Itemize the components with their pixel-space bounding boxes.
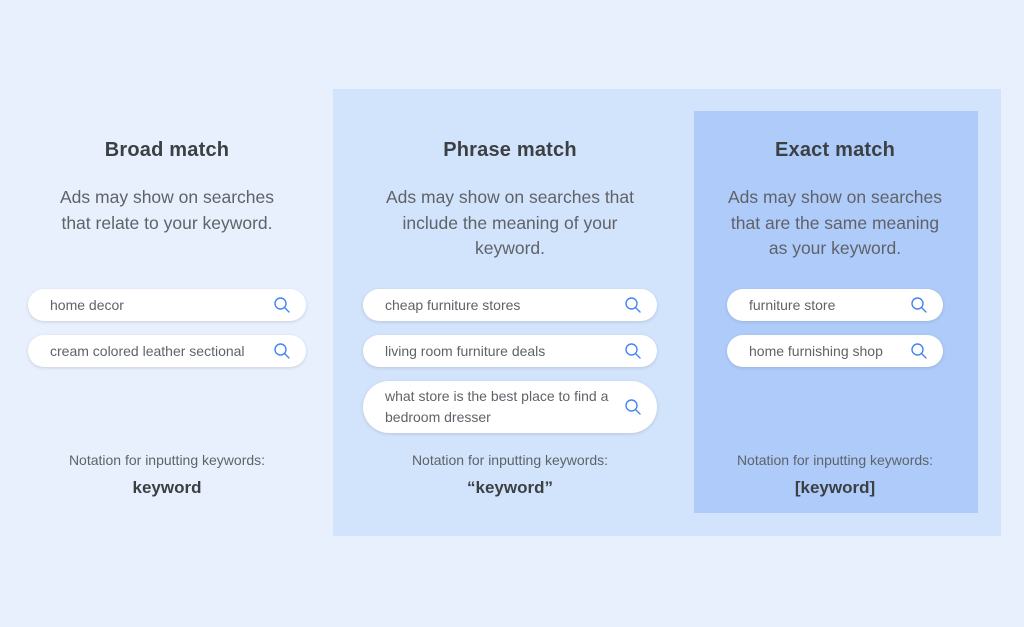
column-title: Phrase match	[443, 139, 577, 161]
search-query: furniture store	[749, 296, 836, 313]
example-searches: cheap furniture stores living room furni…	[355, 289, 665, 433]
column-description: Ads may show on searches that are the sa…	[728, 187, 942, 258]
search-query: living room furniture deals	[385, 342, 546, 359]
search-box[interactable]: cream colored leather sectional	[28, 335, 306, 367]
notation-value: [keyword]	[794, 478, 876, 497]
search-icon	[911, 297, 927, 313]
column-title: Exact match	[774, 139, 896, 161]
column-description: Ads may show on searches that relate to …	[60, 187, 274, 233]
search-query: home furnishing shop	[749, 342, 883, 359]
search-icon	[274, 343, 290, 359]
search-query: what store is the best place to find a b…	[385, 388, 609, 425]
phrase-match-column: Phrase match Ads may show on searches th…	[355, 0, 665, 627]
search-box[interactable]: home decor	[28, 289, 306, 321]
column-description: Ads may show on searches that include th…	[385, 187, 635, 258]
notation-label: Notation for inputting keywords:	[68, 452, 266, 468]
search-icon	[274, 297, 290, 313]
column-title: Broad match	[104, 139, 230, 161]
search-box[interactable]: furniture store	[727, 289, 943, 321]
search-icon	[625, 399, 641, 415]
notation-value: keyword	[132, 478, 202, 497]
search-box[interactable]: what store is the best place to find a b…	[363, 381, 657, 433]
search-box[interactable]: cheap furniture stores	[363, 289, 657, 321]
search-query: home decor	[50, 296, 124, 313]
search-query: cream colored leather sectional	[50, 342, 245, 359]
search-icon	[625, 297, 641, 313]
search-query: cheap furniture stores	[385, 296, 521, 313]
search-box[interactable]: living room furniture deals	[363, 335, 657, 367]
search-icon	[625, 343, 641, 359]
search-icon	[911, 343, 927, 359]
example-searches: furniture store home furnishing shop	[712, 289, 958, 367]
example-searches: home decor cream colored leather section…	[20, 289, 314, 367]
exact-match-column: Exact match Ads may show on searches tha…	[712, 0, 958, 627]
broad-match-column: Broad match Ads may show on searches tha…	[20, 0, 314, 627]
notation-label: Notation for inputting keywords:	[736, 452, 934, 468]
search-box[interactable]: home furnishing shop	[727, 335, 943, 367]
notation-value: “keyword”	[467, 478, 553, 497]
notation-label: Notation for inputting keywords:	[411, 452, 609, 468]
